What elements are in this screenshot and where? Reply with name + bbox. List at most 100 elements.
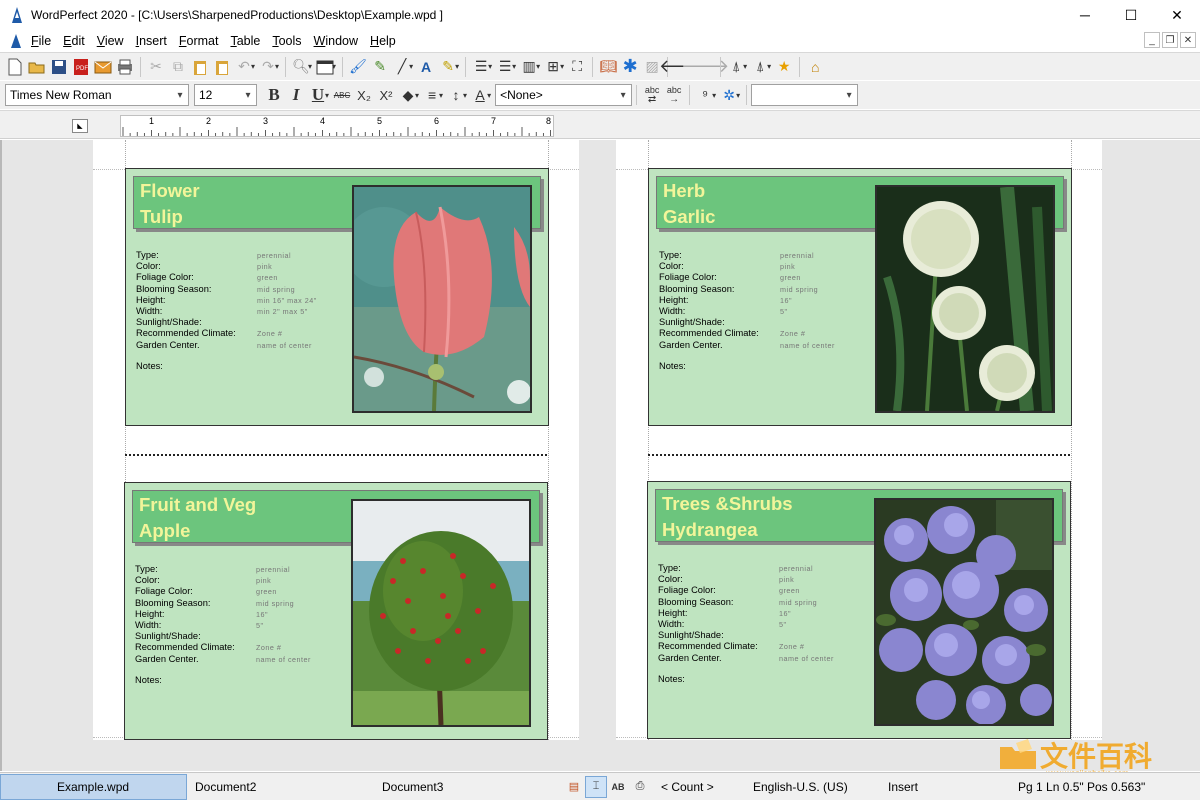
reference-icon[interactable]: 📖︎ bbox=[597, 56, 619, 78]
strikethrough-button[interactable]: ABC bbox=[331, 84, 353, 106]
paste-icon[interactable] bbox=[189, 56, 211, 78]
language-indicator[interactable]: English-U.S. (US) bbox=[743, 780, 878, 794]
word-count[interactable]: < Count > bbox=[651, 780, 743, 794]
zoom-select[interactable]: ▾ bbox=[751, 84, 859, 106]
insert-mode-indicator[interactable]: Insert bbox=[878, 780, 1008, 794]
prompt-builder-dropdown-icon[interactable]: ▾ bbox=[712, 91, 716, 100]
minimize-button[interactable]: ─ bbox=[1062, 0, 1108, 30]
columns-dropdown-icon[interactable]: ▾ bbox=[536, 62, 540, 71]
page-right[interactable]: Herb Garlic Type: Color: Foliage Color: … bbox=[616, 140, 1102, 740]
font-settings-dropdown-icon[interactable]: ▾ bbox=[487, 91, 491, 100]
wordperfect-app-icon[interactable] bbox=[9, 6, 25, 24]
justification-dropdown-icon[interactable]: ▾ bbox=[439, 91, 443, 100]
font-size-select[interactable]: 12 ▾ bbox=[194, 84, 257, 106]
menu-view[interactable]: View bbox=[97, 34, 124, 48]
spell-as-you-go-icon[interactable]: AB bbox=[607, 776, 629, 798]
templates-icon[interactable]: ⌂ bbox=[804, 56, 826, 78]
toolbar-separator bbox=[285, 56, 287, 77]
subscript-button[interactable]: X₂ bbox=[353, 84, 375, 106]
table-dropdown-icon[interactable]: ▾ bbox=[560, 62, 564, 71]
reveal-codes-toggle-icon[interactable]: ⌶ bbox=[585, 775, 607, 798]
forward-arrow-icon[interactable]: 🡒 bbox=[681, 56, 729, 78]
doc-minimize-button[interactable]: _ bbox=[1144, 32, 1160, 48]
font-name-select[interactable]: Times New Roman ▾ bbox=[5, 84, 189, 106]
printer-status-icon[interactable]: ⎙ bbox=[629, 776, 651, 798]
text-box-icon[interactable]: A bbox=[415, 56, 437, 78]
bullets-dropdown-icon[interactable]: ▾ bbox=[512, 62, 516, 71]
page-left[interactable]: Flower Tulip Type: Color: Foliage Color:… bbox=[93, 140, 579, 740]
status-bar: Example.wpd Document2 Document3 ▤ ⌶ AB ⎙… bbox=[0, 772, 1200, 800]
hydrangea-photo[interactable] bbox=[874, 498, 1054, 726]
chevron-down-icon[interactable]: ▾ bbox=[172, 85, 188, 105]
underline-dropdown-icon[interactable]: ▾ bbox=[325, 91, 329, 100]
plant-card-hydrangea[interactable]: Trees &Shrubs Hydrangea Type: Color: Fol… bbox=[647, 481, 1071, 739]
reveal-codes-icon[interactable]: ⛶ bbox=[566, 56, 588, 78]
ruler[interactable]: 1 2 3 4 5 6 7 8 bbox=[120, 115, 554, 137]
new-document-icon[interactable] bbox=[4, 56, 26, 78]
field-value: perennial bbox=[257, 251, 292, 260]
chevron-down-icon[interactable]: ▾ bbox=[615, 85, 631, 105]
publish-dropdown-icon[interactable]: ▾ bbox=[743, 62, 747, 71]
share-dropdown-icon[interactable]: ▾ bbox=[767, 62, 771, 71]
toolbar-separator bbox=[342, 56, 344, 77]
redo-dropdown-icon[interactable]: ▾ bbox=[275, 62, 279, 71]
doc-tab-document3[interactable]: Document3 bbox=[374, 774, 563, 800]
style-select[interactable]: <None> ▾ bbox=[495, 84, 633, 106]
document-workspace[interactable]: Flower Tulip Type: Color: Foliage Color:… bbox=[0, 140, 1200, 771]
menu-table[interactable]: Table bbox=[230, 34, 260, 48]
menu-tools[interactable]: Tools bbox=[272, 34, 301, 48]
open-folder-icon[interactable] bbox=[26, 56, 48, 78]
format-painter-icon[interactable]: 🖌︎ bbox=[347, 56, 369, 78]
menu-format[interactable]: Format bbox=[179, 34, 219, 48]
undo-dropdown-icon[interactable]: ▾ bbox=[251, 62, 255, 71]
close-button[interactable]: ✕ bbox=[1154, 0, 1200, 30]
spell-check-icon[interactable]: abc ⇄ bbox=[641, 84, 663, 106]
bold-button[interactable]: B bbox=[263, 84, 285, 106]
doc-close-button[interactable]: ✕ bbox=[1180, 32, 1196, 48]
menu-file[interactable]: File bbox=[31, 34, 51, 48]
plant-card-apple[interactable]: Fruit and Veg Apple Type: Color: Foliage… bbox=[124, 482, 548, 740]
apple-tree-image bbox=[353, 501, 529, 725]
highlight-dropdown-icon[interactable]: ▾ bbox=[455, 62, 459, 71]
italic-button[interactable]: I bbox=[285, 84, 307, 106]
chevron-down-icon[interactable]: ▾ bbox=[841, 85, 857, 105]
card-category: Fruit and Veg bbox=[139, 494, 257, 515]
numbering-dropdown-icon[interactable]: ▾ bbox=[488, 62, 492, 71]
zoom-dropdown-icon[interactable]: ▾ bbox=[308, 62, 312, 71]
apple-tree-photo[interactable] bbox=[351, 499, 531, 727]
plant-card-tulip[interactable]: Flower Tulip Type: Color: Foliage Color:… bbox=[125, 168, 549, 426]
plant-card-garlic[interactable]: Herb Garlic Type: Color: Foliage Color: … bbox=[648, 168, 1072, 426]
font-color-dropdown-icon[interactable]: ▾ bbox=[415, 91, 419, 100]
document-status-icon[interactable]: ▤ bbox=[563, 776, 585, 798]
garlic-flower-photo[interactable] bbox=[875, 185, 1055, 413]
email-icon[interactable] bbox=[92, 56, 114, 78]
print-icon[interactable] bbox=[114, 56, 136, 78]
doc-tab-example[interactable]: Example.wpd bbox=[0, 773, 187, 800]
card-category: Trees &Shrubs bbox=[662, 493, 793, 514]
paste-special-icon[interactable] bbox=[211, 56, 233, 78]
line-dropdown-icon[interactable]: ▾ bbox=[409, 62, 413, 71]
tulip-photo[interactable] bbox=[352, 185, 532, 413]
cut-icon[interactable]: ✂ bbox=[145, 56, 167, 78]
doc-tab-document2[interactable]: Document2 bbox=[187, 774, 374, 800]
menu-insert[interactable]: Insert bbox=[136, 34, 167, 48]
chevron-down-icon[interactable]: ▾ bbox=[240, 85, 256, 105]
favorites-star-icon[interactable]: ★ bbox=[773, 56, 795, 78]
doc-restore-button[interactable]: ❐ bbox=[1162, 32, 1178, 48]
copy-icon[interactable]: ⧉ bbox=[167, 56, 189, 78]
save-icon[interactable] bbox=[48, 56, 70, 78]
symbols-icon[interactable]: ✱ bbox=[619, 56, 641, 78]
calendar-dropdown-icon[interactable]: ▾ bbox=[332, 62, 336, 71]
menu-window[interactable]: Window bbox=[314, 34, 358, 48]
tab-type-button[interactable]: ◣ bbox=[72, 119, 88, 133]
highlight-edit-icon[interactable]: ✎ bbox=[369, 56, 391, 78]
pdf-icon[interactable]: PDF bbox=[70, 56, 92, 78]
grammar-check-icon[interactable]: abc → bbox=[663, 84, 685, 106]
symbol-insert-dropdown-icon[interactable]: ▾ bbox=[736, 91, 740, 100]
maximize-button[interactable]: ☐ bbox=[1108, 0, 1154, 30]
menu-help[interactable]: Help bbox=[370, 34, 396, 48]
menu-edit[interactable]: Edit bbox=[63, 34, 85, 48]
superscript-button[interactable]: X² bbox=[375, 84, 397, 106]
line-spacing-dropdown-icon[interactable]: ▾ bbox=[463, 91, 467, 100]
document-icon[interactable] bbox=[9, 33, 23, 49]
